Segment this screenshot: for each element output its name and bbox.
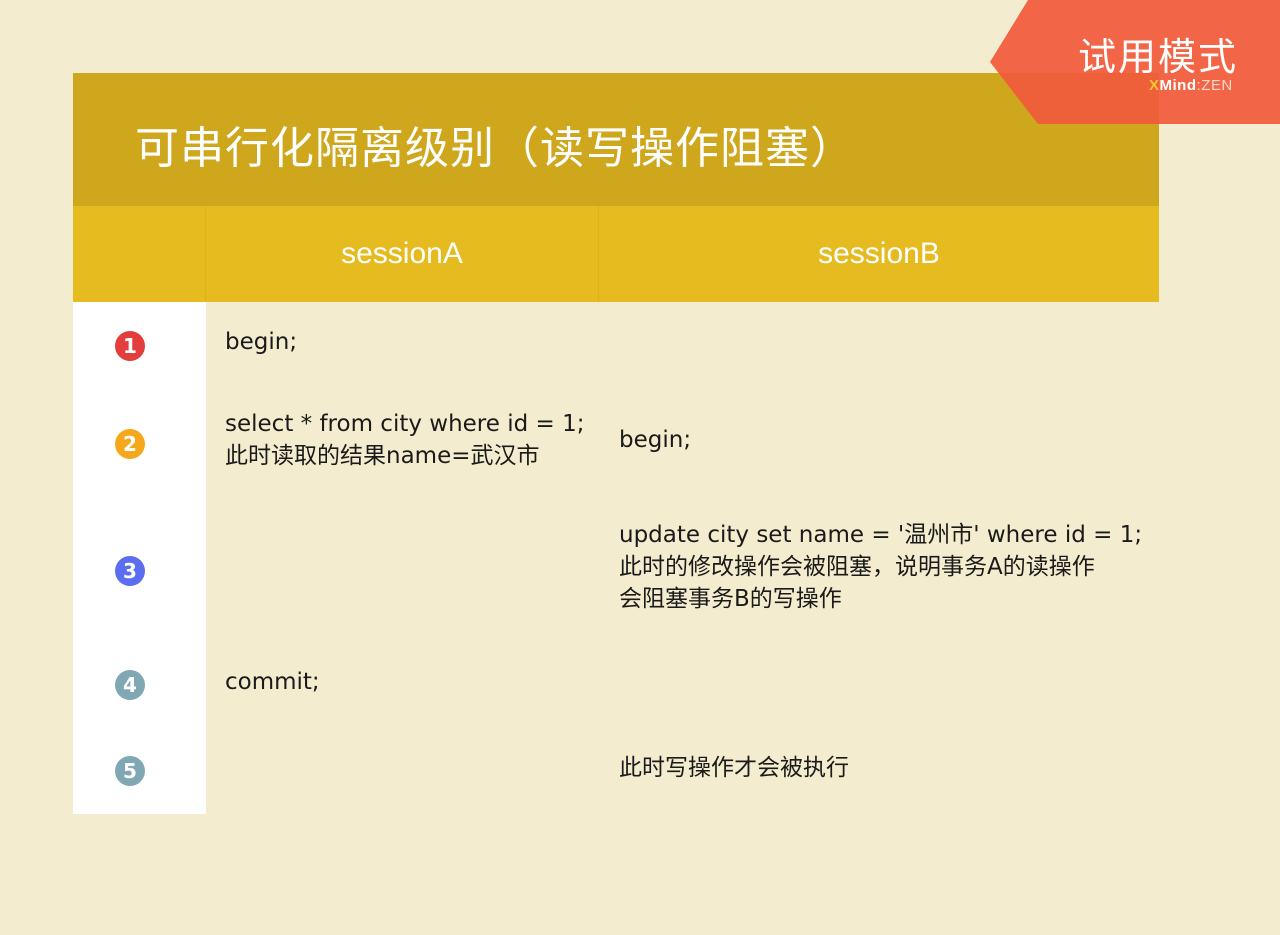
slide: 可串行化隔离级别（读写操作阻塞） sessionA sessionB 1 beg…: [0, 0, 1280, 935]
brand-zen: ZEN: [1201, 77, 1233, 94]
step-3-session-b: update city set name = '温州市' where id = …: [619, 519, 1142, 615]
trial-mode-label: 试用模式: [1078, 35, 1239, 79]
step-3-session-b-line: 此时的修改操作会被阻塞，说明事务A的读操作: [619, 554, 1095, 580]
step-4-session-a-line: commit;: [225, 669, 320, 695]
step-badge-3: 3: [115, 556, 145, 586]
step-1-session-a-line: begin;: [225, 329, 298, 355]
step-3-session-b-line: 会阻塞事务B的写操作: [619, 586, 842, 612]
header-session-a: sessionA: [341, 237, 463, 270]
step-2-session-b: begin;: [619, 424, 691, 456]
step-2-session-a-line: 此时读取的结果name=武汉市: [225, 443, 540, 469]
brand-mind: Mind: [1159, 77, 1197, 94]
step-badge-2: 2: [115, 429, 145, 459]
brand-x: X: [1149, 77, 1160, 94]
header-session-b: sessionB: [818, 237, 940, 270]
step-5-session-b-line: 此时写操作才会被执行: [619, 755, 849, 781]
slide-title: 可串行化隔离级别（读写操作阻塞）: [135, 123, 855, 174]
step-5-session-b: 此时写操作才会被执行: [619, 752, 849, 784]
step-3-session-b-line: update city set name = '温州市' where id = …: [619, 522, 1143, 548]
step-2-session-a-line: select * from city where id = 1;: [225, 411, 585, 437]
step-4-session-a: commit;: [225, 666, 320, 698]
step-badge-1: 1: [115, 331, 145, 361]
xmind-zen-logo: XMind:ZEN: [1149, 77, 1233, 94]
step-2-session-a: select * from city where id = 1; 此时读取的结果…: [225, 408, 585, 472]
step-1-session-a: begin;: [225, 326, 297, 358]
step-badge-5: 5: [115, 756, 145, 786]
step-2-session-b-line: begin;: [619, 427, 692, 453]
step-number-column: [73, 302, 206, 814]
step-badge-4: 4: [115, 670, 145, 700]
